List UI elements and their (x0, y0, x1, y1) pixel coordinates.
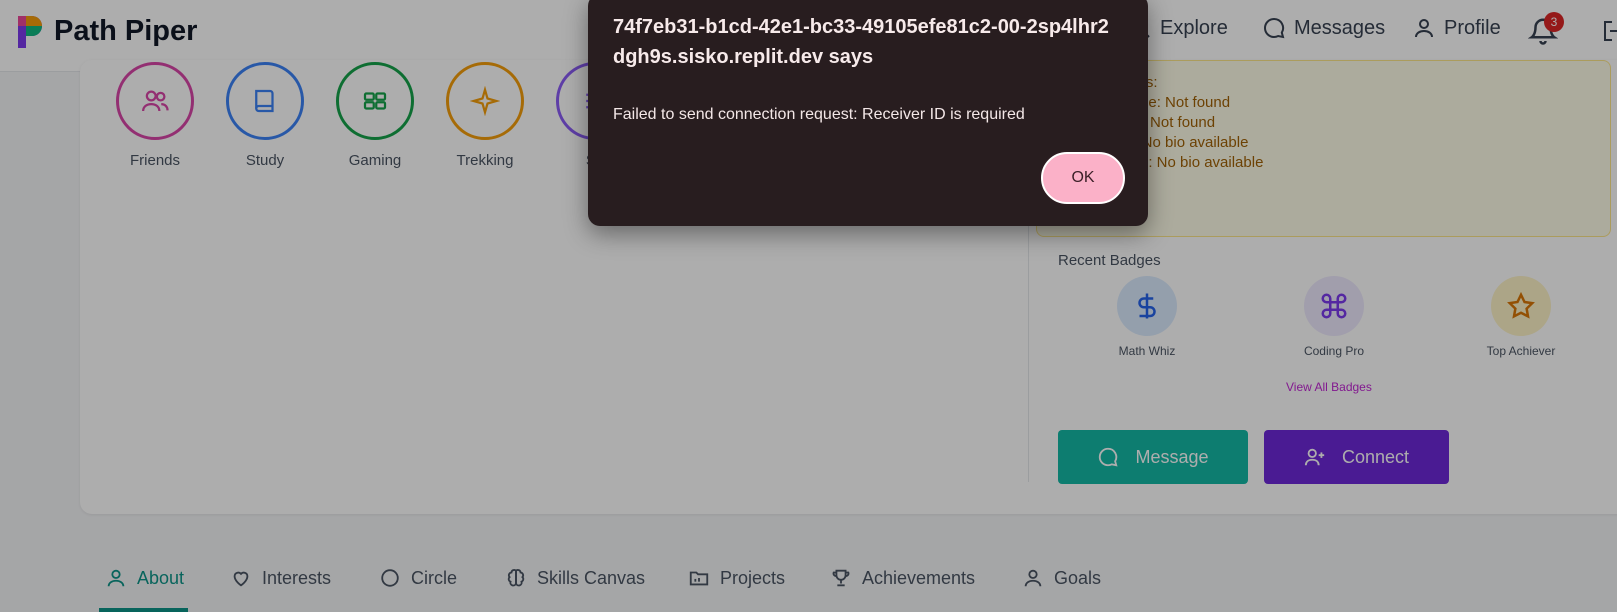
alert-dialog: 74f7eb31-b1cd-42e1-bc33-49105efe81c2-00-… (588, 0, 1148, 226)
dialog-title: 74f7eb31-b1cd-42e1-bc33-49105efe81c2-00-… (613, 16, 1109, 68)
ok-button[interactable]: OK (1041, 152, 1125, 204)
dialog-message: Failed to send connection request: Recei… (613, 106, 1025, 123)
